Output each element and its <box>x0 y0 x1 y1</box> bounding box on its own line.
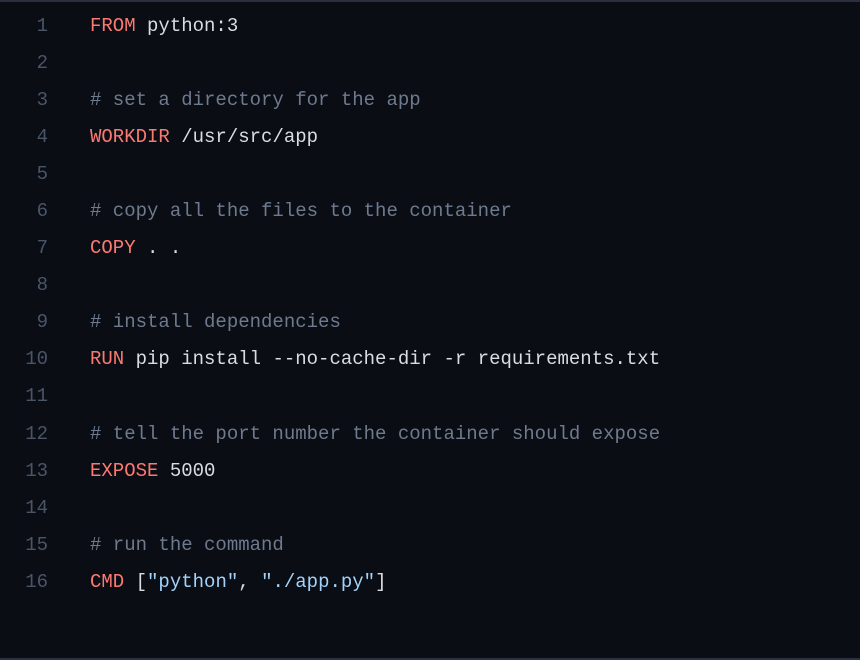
line-number: 7 <box>0 230 48 267</box>
line-number: 8 <box>0 267 48 304</box>
line-number: 12 <box>0 416 48 453</box>
token-txt <box>124 571 135 593</box>
token-comment: # tell the port number the container sho… <box>90 423 660 445</box>
token-punct: [ <box>136 571 147 593</box>
token-txt: 5000 <box>158 460 215 482</box>
line-number: 15 <box>0 527 48 564</box>
code-line[interactable] <box>90 267 860 304</box>
token-comment: # run the command <box>90 534 284 556</box>
code-line[interactable]: # set a directory for the app <box>90 82 860 119</box>
line-number: 9 <box>0 304 48 341</box>
code-line[interactable]: RUN pip install --no-cache-dir -r requir… <box>90 341 860 378</box>
token-kw: FROM <box>90 15 136 37</box>
token-kw: EXPOSE <box>90 460 158 482</box>
line-number: 11 <box>0 378 48 415</box>
code-line[interactable] <box>90 156 860 193</box>
token-kw: COPY <box>90 237 136 259</box>
token-txt: pip install --no-cache-dir -r requiremen… <box>124 348 660 370</box>
code-line[interactable]: EXPOSE 5000 <box>90 453 860 490</box>
token-comment: # install dependencies <box>90 311 341 333</box>
code-line[interactable]: WORKDIR /usr/src/app <box>90 119 860 156</box>
token-str: "python" <box>147 571 238 593</box>
line-number: 6 <box>0 193 48 230</box>
code-line[interactable]: FROM python:3 <box>90 8 860 45</box>
code-line[interactable]: CMD ["python", "./app.py"] <box>90 564 860 601</box>
code-editor[interactable]: 12345678910111213141516 FROM python:3 # … <box>0 2 860 658</box>
line-number: 3 <box>0 82 48 119</box>
token-punct: ] <box>375 571 386 593</box>
token-comment: # copy all the files to the container <box>90 200 512 222</box>
token-txt: python:3 <box>136 15 239 37</box>
code-line[interactable]: # copy all the files to the container <box>90 193 860 230</box>
token-txt: /usr/src/app <box>170 126 318 148</box>
token-txt: . . <box>136 237 182 259</box>
code-line[interactable]: # tell the port number the container sho… <box>90 416 860 453</box>
code-line[interactable] <box>90 45 860 82</box>
token-str: "./app.py" <box>261 571 375 593</box>
line-number: 10 <box>0 341 48 378</box>
token-kw: CMD <box>90 571 124 593</box>
code-line[interactable] <box>90 378 860 415</box>
line-number: 13 <box>0 453 48 490</box>
code-line[interactable]: COPY . . <box>90 230 860 267</box>
token-punct: , <box>238 571 261 593</box>
code-line[interactable]: # run the command <box>90 527 860 564</box>
code-line[interactable]: # install dependencies <box>90 304 860 341</box>
line-number: 5 <box>0 156 48 193</box>
line-number: 1 <box>0 8 48 45</box>
line-number: 14 <box>0 490 48 527</box>
code-area[interactable]: FROM python:3 # set a directory for the … <box>70 8 860 658</box>
token-comment: # set a directory for the app <box>90 89 421 111</box>
line-number: 2 <box>0 45 48 82</box>
line-number-gutter: 12345678910111213141516 <box>0 8 70 658</box>
token-kw: WORKDIR <box>90 126 170 148</box>
line-number: 16 <box>0 564 48 601</box>
code-line[interactable] <box>90 490 860 527</box>
token-kw: RUN <box>90 348 124 370</box>
line-number: 4 <box>0 119 48 156</box>
